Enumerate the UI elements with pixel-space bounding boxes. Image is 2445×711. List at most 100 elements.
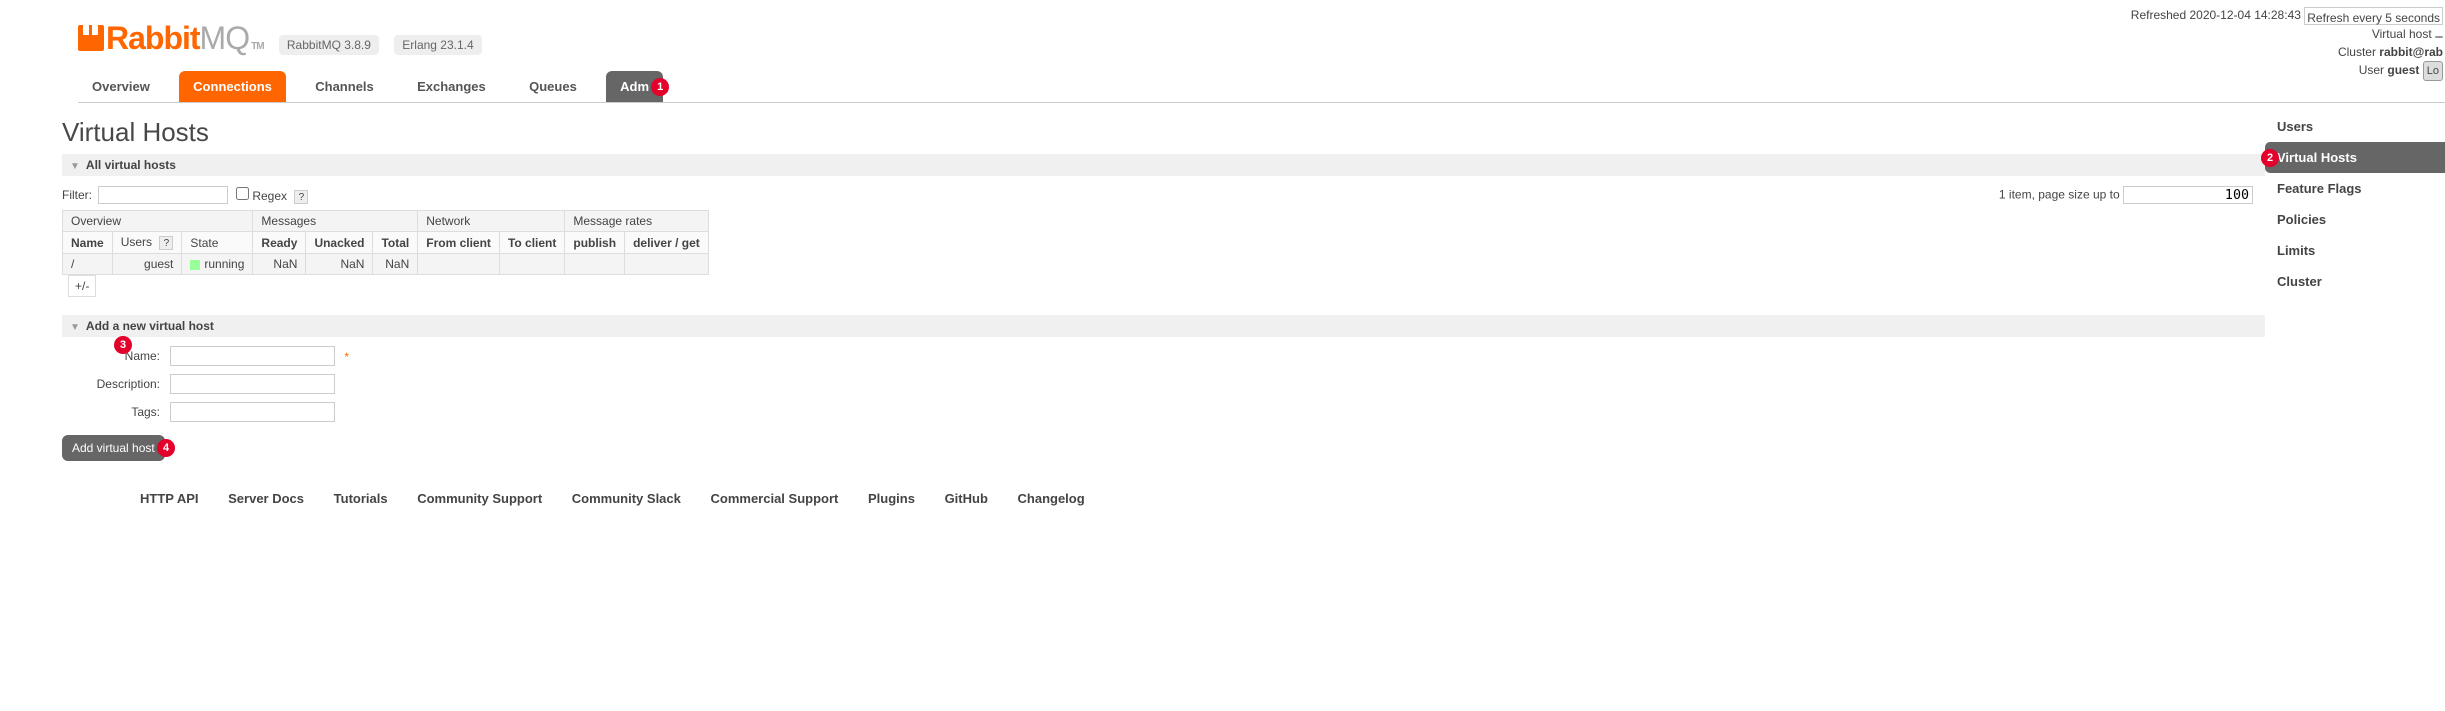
- vhosts-table: Overview Messages Network Message rates …: [62, 210, 709, 275]
- user-name: guest: [2387, 63, 2419, 77]
- step-badge-3: 3: [114, 336, 132, 354]
- regex-checkbox[interactable]: [236, 187, 249, 200]
- add-vhost-button[interactable]: Add virtual host: [62, 435, 165, 461]
- cell-from-client: [418, 254, 500, 275]
- step-badge-2: 2: [2261, 149, 2279, 167]
- col-from-client[interactable]: From client: [418, 232, 500, 254]
- label-tags: Tags:: [64, 399, 164, 425]
- cell-publish: [565, 254, 625, 275]
- regex-label: Regex: [252, 189, 287, 203]
- description-input[interactable]: [170, 374, 335, 394]
- tab-overview[interactable]: Overview: [78, 71, 164, 102]
- filter-input[interactable]: [98, 186, 228, 204]
- section-add-vhost[interactable]: ▼ Add a new virtual host: [62, 315, 2265, 337]
- section-add-vhost-label: Add a new virtual host: [86, 319, 214, 333]
- col-unacked[interactable]: Unacked: [306, 232, 373, 254]
- footer-link[interactable]: Community Slack: [572, 491, 681, 506]
- col-name[interactable]: Name: [63, 232, 113, 254]
- col-total[interactable]: Total: [373, 232, 418, 254]
- footer-link[interactable]: Tutorials: [334, 491, 388, 506]
- filter-row: Filter: Regex ? 1 item, page size up to: [62, 180, 2265, 210]
- label-description: Description:: [64, 371, 164, 397]
- page-size-input[interactable]: [2123, 186, 2253, 204]
- cell-deliver-get: [625, 254, 709, 275]
- tab-channels[interactable]: Channels: [301, 71, 388, 102]
- logo-text-mq: MQ: [200, 20, 250, 56]
- sidebar-item-cluster[interactable]: Cluster: [2265, 266, 2445, 297]
- pager: 1 item, page size up to: [1999, 186, 2265, 204]
- main-tabs: Overview Connections Channels Exchanges …: [78, 71, 2445, 103]
- col-group-network: Network: [418, 211, 565, 232]
- regex-help-icon[interactable]: ?: [294, 190, 308, 204]
- refreshed-time: 2020-12-04 14:28:43: [2189, 8, 2300, 22]
- cell-state: running: [182, 254, 253, 275]
- cell-users: guest: [112, 254, 182, 275]
- tab-queues[interactable]: Queues: [515, 71, 591, 102]
- col-group-rates: Message rates: [565, 211, 708, 232]
- footer-links: HTTP API Server Docs Tutorials Community…: [140, 479, 2265, 518]
- footer-link[interactable]: HTTP API: [140, 491, 199, 506]
- step-badge-4: 4: [157, 439, 175, 457]
- page-title: Virtual Hosts: [62, 117, 2265, 148]
- vhost-label: Virtual host: [2372, 27, 2432, 41]
- sidebar-item-virtual-hosts[interactable]: Virtual Hosts: [2265, 142, 2445, 173]
- col-group-overview: Overview: [63, 211, 253, 232]
- name-input[interactable]: [170, 346, 335, 366]
- sidebar-item-limits[interactable]: Limits: [2265, 235, 2445, 266]
- main-content: Virtual Hosts ▼ All virtual hosts Filter:…: [0, 103, 2265, 518]
- footer-link[interactable]: GitHub: [945, 491, 988, 506]
- footer-link[interactable]: Community Support: [417, 491, 542, 506]
- cluster-label: Cluster: [2338, 45, 2379, 59]
- vhost-select[interactable]: [2435, 36, 2443, 38]
- col-users: Users ?: [112, 232, 182, 254]
- table-row[interactable]: / guest running NaN NaN NaN: [63, 254, 709, 275]
- sidebar-item-users[interactable]: Users: [2265, 111, 2445, 142]
- rabbitmq-icon: [78, 25, 104, 51]
- tab-exchanges[interactable]: Exchanges: [403, 71, 500, 102]
- columns-toggle[interactable]: +/-: [68, 275, 96, 297]
- add-vhost-form: Name: * Description: Tags:: [62, 341, 355, 427]
- version-erlang: Erlang 23.1.4: [394, 35, 481, 55]
- col-state: State: [182, 232, 253, 254]
- col-publish[interactable]: publish: [565, 232, 625, 254]
- step-badge-1: 1: [651, 78, 669, 96]
- col-group-messages: Messages: [253, 211, 418, 232]
- status-block: Refreshed 2020-12-04 14:28:43 Refresh ev…: [2131, 6, 2445, 81]
- user-label: User: [2359, 63, 2388, 77]
- section-all-vhosts[interactable]: ▼ All virtual hosts: [62, 154, 2265, 176]
- logo-tm: TM: [251, 41, 263, 52]
- logo-text-rabbit: Rabbit: [106, 20, 200, 56]
- col-ready[interactable]: Ready: [253, 232, 306, 254]
- footer-link[interactable]: Server Docs: [228, 491, 304, 506]
- header: RabbitMQTM RabbitMQ 3.8.9 Erlang 23.1.4: [0, 0, 2445, 57]
- tags-input[interactable]: [170, 402, 335, 422]
- sidebar-item-policies[interactable]: Policies: [2265, 204, 2445, 235]
- cell-name[interactable]: /: [63, 254, 113, 275]
- footer-link[interactable]: Plugins: [868, 491, 915, 506]
- logout-button[interactable]: Lo: [2423, 61, 2443, 81]
- footer-link[interactable]: Commercial Support: [711, 491, 839, 506]
- cell-unacked: NaN: [306, 254, 373, 275]
- footer-link[interactable]: Changelog: [1018, 491, 1085, 506]
- version-rabbitmq: RabbitMQ 3.8.9: [279, 35, 379, 55]
- logo[interactable]: RabbitMQTM: [78, 20, 264, 57]
- col-to-client[interactable]: To client: [499, 232, 564, 254]
- cluster-name: rabbit@rab: [2379, 45, 2443, 59]
- admin-sidebar: Users Virtual Hosts Feature Flags Polici…: [2265, 103, 2445, 518]
- section-all-vhosts-label: All virtual hosts: [86, 158, 176, 172]
- tab-connections[interactable]: Connections: [179, 71, 286, 102]
- cell-total: NaN: [373, 254, 418, 275]
- refresh-interval-select[interactable]: Refresh every 5 seconds: [2304, 7, 2443, 25]
- refreshed-label: Refreshed: [2131, 8, 2190, 22]
- collapse-icon: ▼: [70, 322, 80, 333]
- required-mark: *: [344, 350, 349, 364]
- collapse-icon: ▼: [70, 161, 80, 172]
- cell-ready: NaN: [253, 254, 306, 275]
- users-help-icon[interactable]: ?: [159, 236, 173, 250]
- cell-to-client: [499, 254, 564, 275]
- filter-label: Filter:: [62, 188, 92, 202]
- col-deliver-get[interactable]: deliver / get: [625, 232, 709, 254]
- pager-text: 1 item, page size up to: [1999, 188, 2120, 202]
- state-running-icon: [190, 260, 200, 270]
- sidebar-item-feature-flags[interactable]: Feature Flags: [2265, 173, 2445, 204]
